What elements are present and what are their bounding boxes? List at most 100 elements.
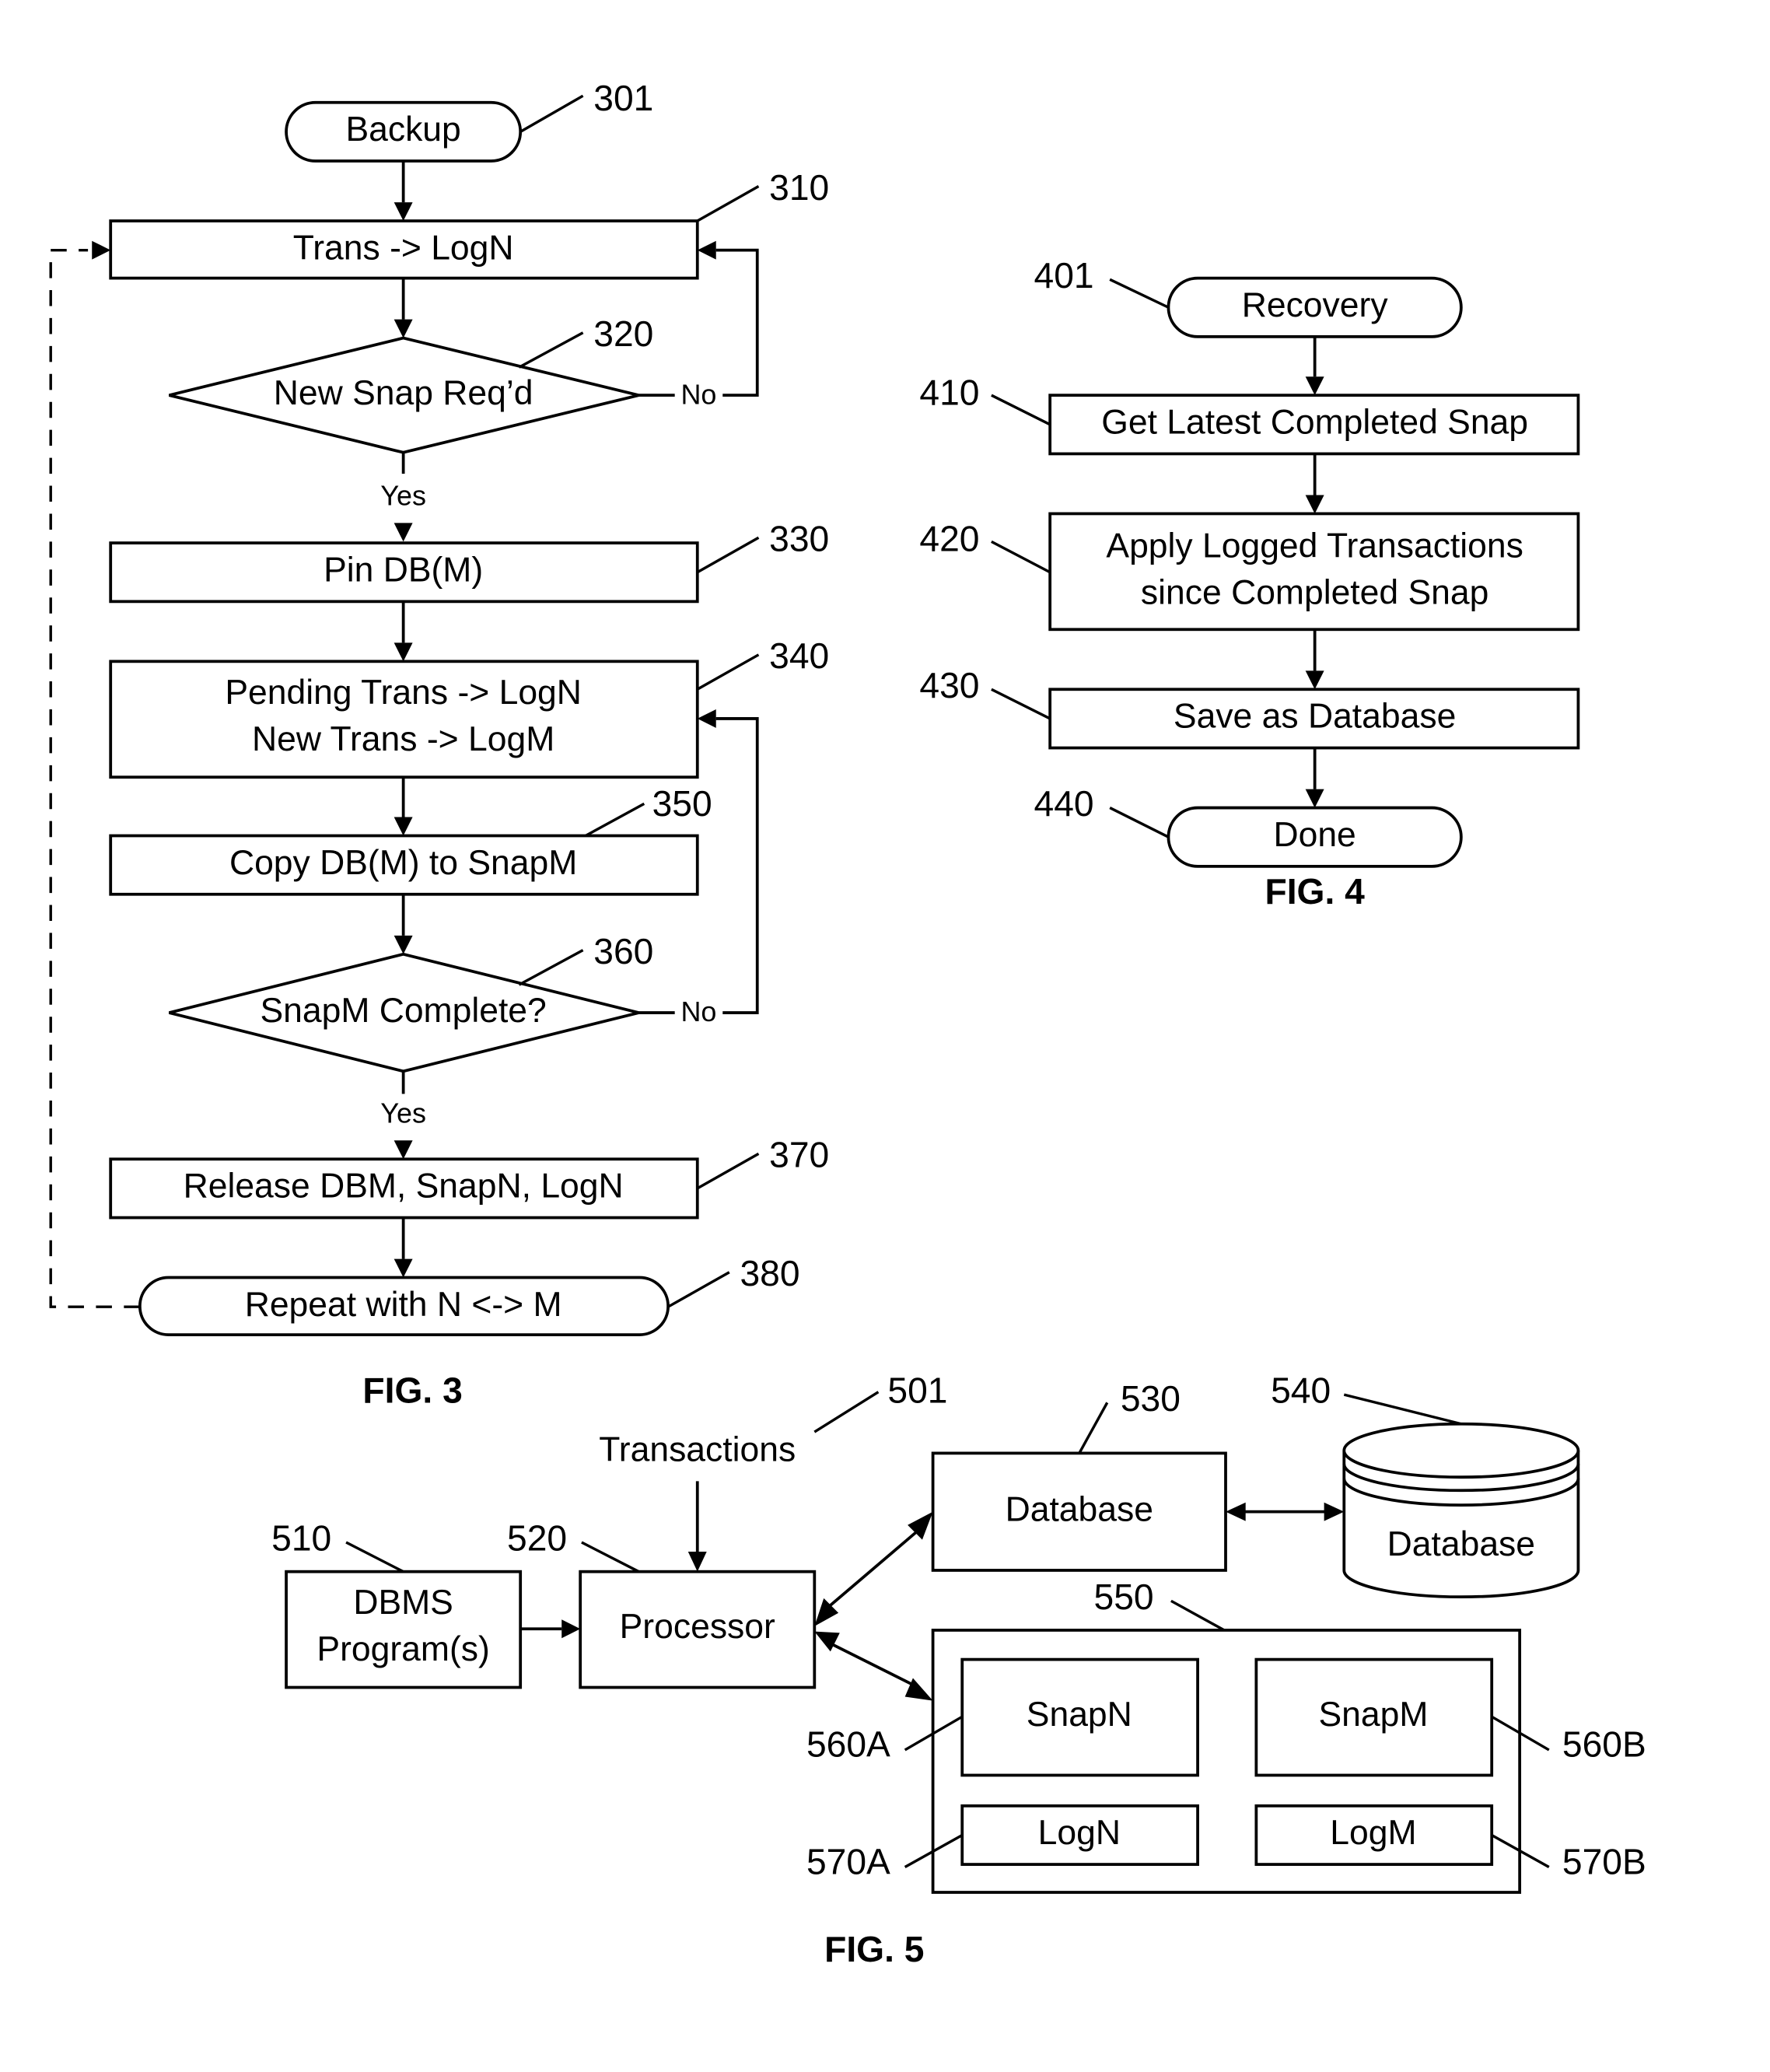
yes-label: Yes: [380, 1097, 426, 1129]
node-label-line1: Pending Trans -> LogN: [225, 674, 582, 712]
leader-line-501: [813, 1391, 880, 1433]
ref-number: 530: [1121, 1378, 1181, 1419]
node-301-backup: Backup 301: [285, 78, 653, 163]
ref-number: 320: [593, 313, 653, 354]
node-340-pending-trans: Pending Trans -> LogN New Trans -> LogM …: [109, 635, 829, 779]
arrowhead-icon: [1226, 1502, 1246, 1521]
arrowhead-icon: [1324, 1502, 1345, 1521]
node-560A-snapn: SnapN 560A: [806, 1657, 1199, 1777]
bidir-arrow-processor-memory: [827, 1640, 919, 1689]
ref-number: 430: [919, 665, 979, 705]
arrowhead-icon: [697, 240, 716, 260]
leader-line: [696, 536, 760, 574]
leader-line: [1170, 1599, 1226, 1632]
ref-number: 360: [593, 931, 653, 971]
node-label-line2: Program(s): [317, 1630, 489, 1668]
ref-number-501: 501: [887, 1370, 947, 1411]
ref-number: 301: [593, 78, 653, 118]
node-530-database: Database 530: [931, 1378, 1227, 1572]
fig4-flowchart: Recovery 401 Get Latest Completed Snap 4…: [919, 255, 1580, 912]
ref-number: 401: [1034, 255, 1094, 296]
ref-number: 520: [507, 1518, 567, 1559]
leader-line: [581, 1541, 640, 1573]
leader-line: [991, 540, 1051, 574]
ref-number: 510: [271, 1518, 331, 1559]
ref-number: 350: [652, 783, 712, 824]
patent-figures: Backup 301 Trans -> LogN 310 New Snap Re…: [49, 78, 1646, 1970]
leader-line: [696, 185, 760, 222]
no-label: No: [681, 378, 717, 410]
leader-line: [345, 1541, 404, 1573]
arrowhead-icon: [394, 817, 413, 836]
ref-number: 340: [769, 635, 829, 676]
fig3-flowchart: Backup 301 Trans -> LogN 310 New Snap Re…: [49, 78, 829, 1411]
node-440-done: Done 440: [1034, 783, 1463, 868]
no-loop-320-310: [715, 248, 759, 397]
fig5-block-diagram: Transactions 501 DBMS Program(s) 510 Pro…: [271, 1370, 1646, 1970]
node-350-copy-db: Copy DB(M) to SnapM 350: [109, 783, 712, 896]
cylinder-top: [1342, 1422, 1580, 1479]
node-401-recovery: Recovery 401: [1034, 255, 1463, 338]
node-520-processor: Processor 520: [507, 1518, 817, 1689]
fig4-caption: FIG. 4: [1265, 871, 1365, 912]
node-label-line2: since Completed Snap: [1141, 574, 1488, 612]
node-label: SnapN: [1027, 1696, 1132, 1734]
node-label: Backup: [345, 110, 460, 149]
node-label: Pin DB(M): [324, 551, 483, 589]
node-label: Trans -> LogN: [293, 229, 514, 267]
node-label: Save as Database: [1174, 698, 1456, 736]
node-310-trans-logn: Trans -> LogN 310: [109, 167, 829, 280]
leader-line: [518, 331, 584, 369]
ref-number: 420: [919, 519, 979, 559]
arrowhead-icon: [1305, 789, 1324, 808]
leader-line: [1078, 1402, 1109, 1454]
node-label: SnapM Complete?: [260, 992, 546, 1030]
arrowhead-icon: [1305, 376, 1324, 396]
node-label: LogN: [1038, 1814, 1121, 1852]
node-330-pin-db: Pin DB(M) 330: [109, 519, 829, 604]
ref-number: 570B: [1562, 1841, 1646, 1881]
leader-line: [991, 394, 1051, 426]
ref-number: 410: [919, 372, 979, 412]
node-420-apply-logged: Apply Logged Transactions since Complete…: [919, 512, 1580, 632]
leader-line: [1109, 278, 1170, 309]
node-label: Processor: [620, 1608, 775, 1646]
ref-number: 560B: [1562, 1724, 1646, 1765]
leader-line: [585, 802, 645, 837]
ref-number: 310: [769, 167, 829, 208]
bidir-arrow-processor-database: [827, 1529, 919, 1609]
leader-line: [667, 1271, 730, 1308]
arrowhead-icon: [1305, 495, 1324, 514]
node-320-new-snap-reqd: New Snap Req’d 320: [169, 313, 653, 454]
no-loop-360-340: [715, 717, 759, 1014]
leader-line: [1109, 807, 1170, 838]
arrowhead-icon: [1305, 670, 1324, 690]
node-label: New Snap Req’d: [274, 374, 533, 412]
node-360-snapm-complete: SnapM Complete? 360: [169, 931, 653, 1073]
arrowhead-icon: [394, 319, 413, 338]
ref-number: 560A: [806, 1724, 890, 1765]
node-label-line1: Apply Logged Transactions: [1106, 527, 1523, 565]
ref-number: 540: [1271, 1370, 1331, 1411]
node-label-line1: DBMS: [353, 1584, 453, 1622]
arrowhead-icon: [561, 1619, 581, 1639]
leader-line: [696, 1152, 760, 1190]
fig5-caption: FIG. 5: [824, 1929, 924, 1969]
node-label: Get Latest Completed Snap: [1101, 404, 1528, 442]
node-label: Release DBM, SnapN, LogN: [184, 1167, 624, 1206]
leader-line: [519, 94, 584, 133]
ref-number: 570A: [806, 1841, 890, 1881]
ref-number: 550: [1094, 1577, 1154, 1617]
arrowhead-icon: [394, 202, 413, 222]
node-560B-snapm: SnapM 560B: [1254, 1657, 1646, 1777]
node-550-memory: 550 SnapN 560A SnapM 560B LogN 570A LogM…: [806, 1577, 1646, 1894]
no-label: No: [681, 996, 717, 1027]
leader-line: [518, 949, 584, 986]
node-370-release: Release DBM, SnapN, LogN 370: [109, 1135, 829, 1220]
yes-label: Yes: [380, 479, 426, 511]
arrowhead-icon: [92, 240, 111, 260]
node-label: SnapM: [1318, 1696, 1428, 1734]
arrowhead-icon: [394, 642, 413, 662]
leader-line: [1343, 1393, 1462, 1426]
node-540-database-storage: Database 540: [1271, 1370, 1580, 1599]
